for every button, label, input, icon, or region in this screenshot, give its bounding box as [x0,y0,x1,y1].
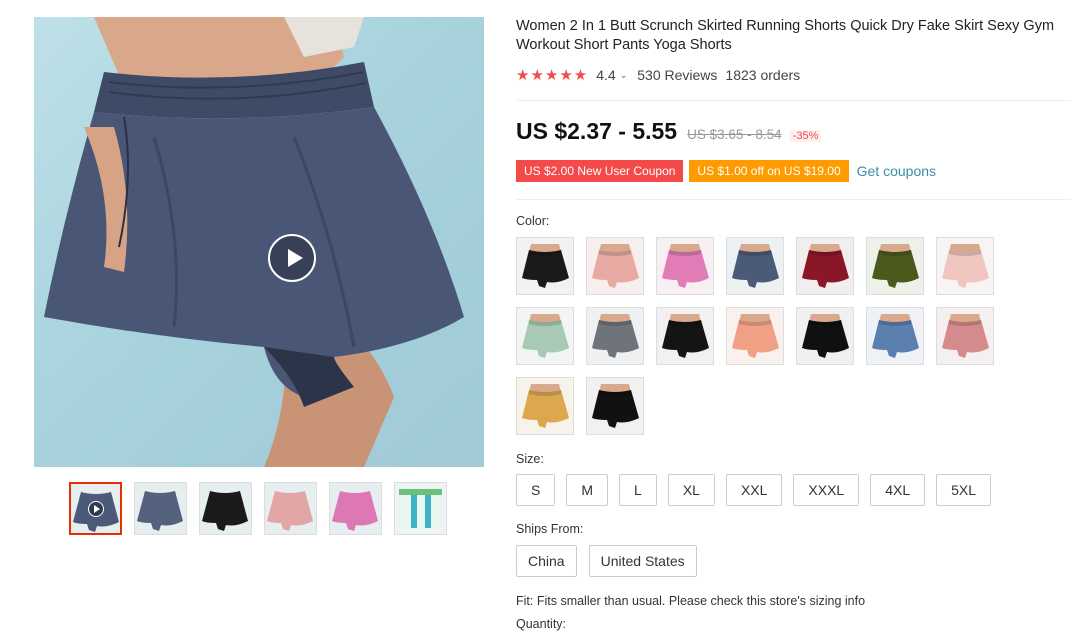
thumb-image [265,483,316,534]
swatch-image [802,244,849,288]
thumb-black[interactable] [199,482,252,535]
original-price: US $3.65 - 8.54 [687,127,782,142]
swatch-image [592,244,639,288]
store-coupon[interactable]: US $1.00 off on US $19.00 [689,160,849,182]
thumbnail-strip [69,482,447,535]
get-coupons-link[interactable]: Get coupons [857,163,936,179]
play-icon [88,501,104,517]
swatch-image [802,314,849,358]
quantity-label: Quantity: [516,617,567,631]
new-user-coupon[interactable]: US $2.00 New User Coupon [516,160,684,182]
ships-from-china[interactable]: China [516,545,577,577]
size-option-xxl[interactable]: XXL [725,474,783,506]
fit-note: Fit: Fits smaller than usual. Please che… [516,594,866,608]
thumb-navy-back[interactable] [134,482,187,535]
color-label: Color: [516,214,550,228]
color-swatch-blush-pink[interactable] [936,237,994,295]
ships-from-options: China United States [516,545,697,577]
ships-from-label: Ships From: [516,522,584,536]
rating-row: ★★★★★ 4.4 ⌄ 530 Reviews 1823 orders [516,66,800,84]
thumb-video-navy[interactable] [69,482,122,535]
ships-from-united-states[interactable]: United States [588,545,697,577]
color-swatch-grey[interactable] [586,307,644,365]
size-chart-image [399,489,442,528]
rating-stars-icon: ★★★★★ [516,67,589,84]
size-label: Size: [516,452,544,466]
color-swatch-rose-pink[interactable] [656,237,714,295]
swatch-image [662,314,709,358]
swatch-image [732,314,779,358]
product-title: Women 2 In 1 Butt Scrunch Skirted Runnin… [516,18,1055,53]
color-swatch-coral[interactable] [726,307,784,365]
color-swatch-light-pink[interactable] [586,237,644,295]
swatch-image [732,244,779,288]
swatch-image [592,314,639,358]
orders-count: 1823 orders [725,67,801,83]
swatch-image [942,244,989,288]
size-option-m[interactable]: M [566,474,609,506]
color-swatch-mint-green[interactable] [516,307,574,365]
play-video-button[interactable] [268,234,316,282]
discount-badge: -35% [789,130,822,142]
price-row: US $2.37 - 5.55 US $3.65 - 8.54 -35% [516,118,822,145]
thumb-image [135,483,186,534]
thumb-pink[interactable] [264,482,317,535]
swatch-image [522,314,569,358]
current-price: US $2.37 - 5.55 [516,118,678,144]
swatch-image [662,244,709,288]
color-swatch-navy[interactable] [726,237,784,295]
coupon-row: US $2.00 New User Coupon US $1.00 off on… [516,160,936,182]
size-option-xl[interactable]: XL [667,474,715,506]
swatch-image [872,244,919,288]
size-option-4xl[interactable]: 4XL [870,474,926,506]
color-swatch-wine-red[interactable] [796,237,854,295]
swatch-image [522,244,569,288]
swatch-image [942,314,989,358]
color-swatch-black-3[interactable] [586,377,644,435]
swatch-image [872,314,919,358]
chevron-down-icon[interactable]: ⌄ [620,70,628,81]
reviews-link[interactable]: 530 Reviews [637,67,717,83]
swatch-image [522,384,569,428]
thumb-size-chart[interactable] [394,482,447,535]
size-option-5xl[interactable]: 5XL [936,474,992,506]
divider [516,100,1071,101]
color-swatch-black-2[interactable] [796,307,854,365]
main-product-image[interactable] [34,17,484,467]
thumb-image [200,483,251,534]
color-swatch-black[interactable] [516,237,574,295]
divider [516,199,1071,200]
color-swatch-dusty-pink[interactable] [936,307,994,365]
size-option-xxxl[interactable]: XXXL [793,474,860,506]
color-swatch-army-green[interactable] [866,237,924,295]
color-swatch-denim-blue[interactable] [866,307,924,365]
rating-value[interactable]: 4.4 [596,67,615,83]
color-swatch-mustard[interactable] [516,377,574,435]
size-option-l[interactable]: L [619,474,657,506]
color-swatches [516,237,1016,435]
thumb-image [330,483,381,534]
color-swatch-black-pocket[interactable] [656,307,714,365]
product-photo [44,17,464,467]
size-option-s[interactable]: S [516,474,556,506]
swatch-image [592,384,639,428]
size-options: S M L XL XXL XXXL 4XL 5XL [516,474,992,506]
thumb-rose[interactable] [329,482,382,535]
